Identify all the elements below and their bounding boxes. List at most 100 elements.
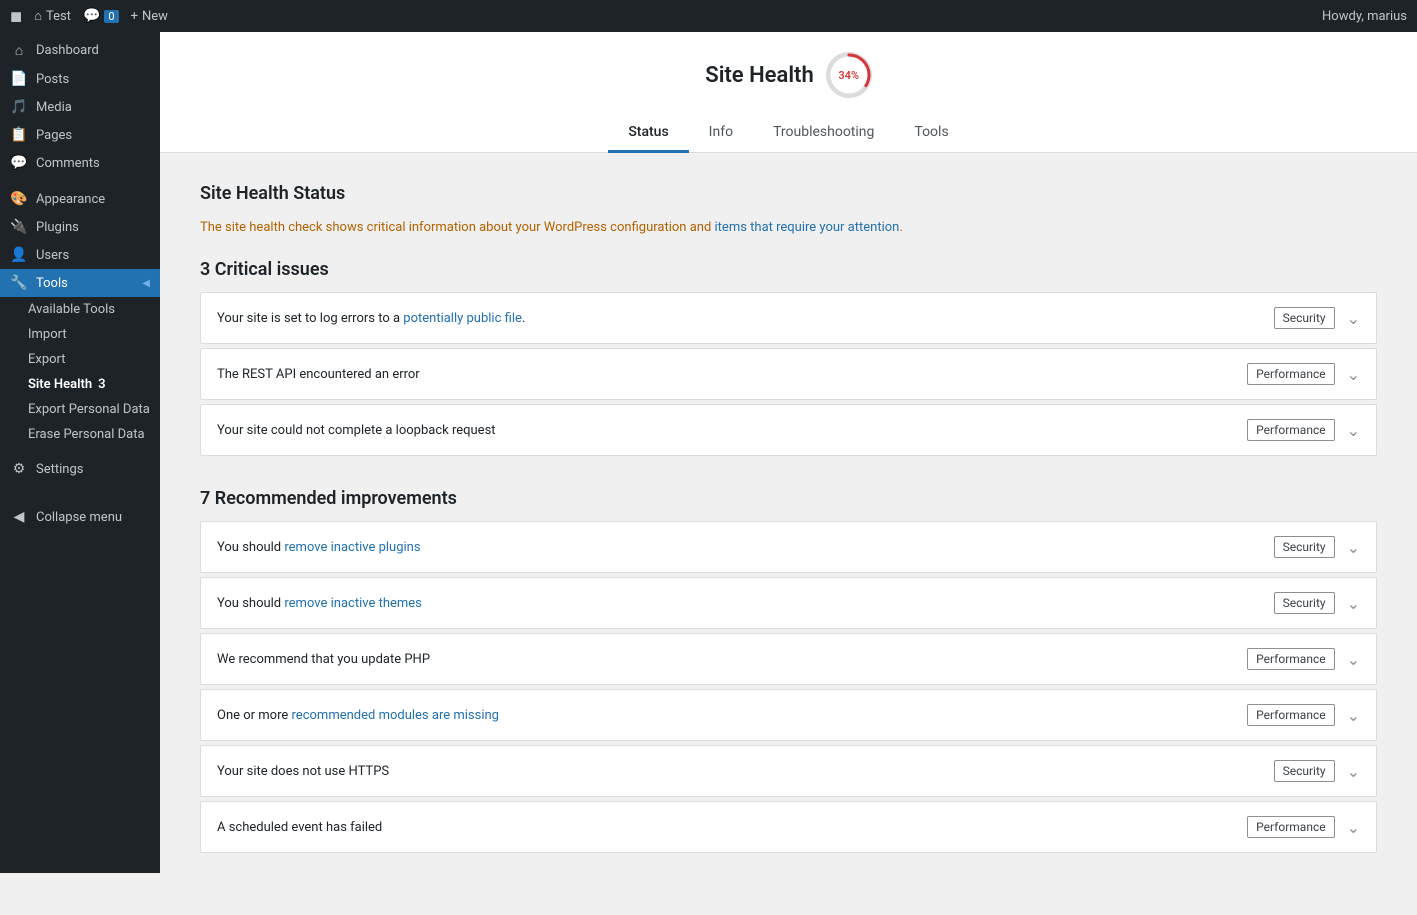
issue-loopback-chevron[interactable]: ⌄: [1347, 421, 1360, 440]
users-icon: 👤: [10, 247, 28, 263]
issue-loopback: Your site could not complete a loopback …: [200, 404, 1377, 456]
sidebar-item-tools[interactable]: 🔧 Tools ◀: [0, 269, 160, 297]
tab-tools[interactable]: Tools: [894, 114, 968, 153]
media-icon: 🎵: [10, 99, 28, 115]
issue-inactive-plugins-badge: Security: [1274, 536, 1335, 558]
sidebar-submenu-erase-personal[interactable]: Erase Personal Data: [0, 422, 160, 447]
sidebar-label-appearance: Appearance: [36, 192, 105, 207]
issue-no-https: Your site does not use HTTPS Security ⌄: [200, 745, 1377, 797]
topbar-howdy: Howdy, marius: [1322, 9, 1407, 24]
sidebar-submenu-export-personal[interactable]: Export Personal Data: [0, 397, 160, 422]
critical-issues-section: 3 Critical issues Your site is set to lo…: [200, 259, 1377, 456]
tab-status[interactable]: Status: [608, 114, 688, 153]
sidebar-label-plugins: Plugins: [36, 220, 79, 235]
issue-inactive-plugins-text: You should remove inactive plugins: [217, 540, 1262, 555]
tools-icon: 🔧: [10, 275, 28, 291]
issue-no-https-chevron[interactable]: ⌄: [1347, 762, 1360, 781]
sidebar-item-pages[interactable]: 📋 Pages: [0, 121, 160, 149]
top-bar: ■ ⌂ Test 💬 0 + New Howdy, marius: [0, 0, 1417, 32]
sidebar-item-media[interactable]: 🎵 Media: [0, 93, 160, 121]
section-title: Site Health Status: [200, 183, 1377, 204]
issue-update-php-badge: Performance: [1247, 648, 1334, 670]
issue-inactive-themes-link[interactable]: remove inactive themes: [284, 596, 422, 611]
issue-missing-modules-text: One or more recommended modules are miss…: [217, 708, 1235, 723]
site-name: Test: [46, 9, 71, 24]
sidebar-collapse-menu[interactable]: ◀ Collapse menu: [0, 503, 160, 531]
issue-log-errors-link[interactable]: potentially public file: [403, 311, 522, 326]
sidebar-item-dashboard[interactable]: ⌂ Dashboard: [0, 36, 160, 65]
issue-missing-modules-link[interactable]: recommended modules are missing: [292, 708, 499, 723]
sidebar-label-tools: Tools: [36, 276, 68, 291]
tab-troubleshooting[interactable]: Troubleshooting: [753, 114, 894, 153]
issue-rest-api: The REST API encountered an error Perfor…: [200, 348, 1377, 400]
topbar-comments[interactable]: 💬 0: [83, 8, 119, 24]
comments-icon: 💬: [10, 155, 28, 171]
issue-inactive-plugins-link[interactable]: remove inactive plugins: [284, 540, 420, 555]
issue-scheduled-event-badge: Performance: [1247, 816, 1334, 838]
sidebar-submenu-export[interactable]: Export: [0, 347, 160, 372]
issue-no-https-text: Your site does not use HTTPS: [217, 764, 1262, 779]
posts-icon: 📄: [10, 71, 28, 87]
tab-info[interactable]: Info: [689, 114, 753, 153]
comment-count: 0: [104, 10, 118, 23]
sidebar-item-settings[interactable]: ⚙ Settings: [0, 455, 160, 483]
description-link[interactable]: items that require your attention: [715, 220, 900, 235]
health-score-circle: 34%: [826, 52, 872, 98]
issue-missing-modules-chevron[interactable]: ⌄: [1347, 706, 1360, 725]
recommended-issues-list: You should remove inactive plugins Secur…: [200, 521, 1377, 853]
issue-inactive-themes: You should remove inactive themes Securi…: [200, 577, 1377, 629]
topbar-new[interactable]: + New: [131, 9, 168, 24]
issue-loopback-text: Your site could not complete a loopback …: [217, 423, 1235, 438]
issue-update-php-chevron[interactable]: ⌄: [1347, 650, 1360, 669]
appearance-icon: 🎨: [10, 191, 28, 207]
recommended-count: 7 Recommended improvements: [200, 488, 1377, 509]
issue-inactive-plugins: You should remove inactive plugins Secur…: [200, 521, 1377, 573]
main-content: Site Health 34% Status Info Troubleshoot…: [160, 32, 1417, 915]
issue-rest-api-chevron[interactable]: ⌄: [1347, 365, 1360, 384]
issue-log-errors-text: Your site is set to log errors to a pote…: [217, 311, 1262, 326]
page-header: Site Health 34% Status Info Troubleshoot…: [160, 32, 1417, 153]
sidebar-submenu-import[interactable]: Import: [0, 322, 160, 347]
sidebar-label-comments: Comments: [36, 156, 100, 171]
issue-inactive-plugins-chevron[interactable]: ⌄: [1347, 538, 1360, 557]
issue-scheduled-event-text: A scheduled event has failed: [217, 820, 1235, 835]
tabs: Status Info Troubleshooting Tools: [180, 114, 1397, 152]
sidebar: ⌂ Dashboard 📄 Posts 🎵 Media 📋 Pages 💬 Co…: [0, 32, 160, 873]
sidebar-submenu-site-health[interactable]: Site Health 3: [0, 372, 160, 397]
dashboard-icon: ⌂: [10, 42, 28, 59]
issue-scheduled-event-chevron[interactable]: ⌄: [1347, 818, 1360, 837]
sidebar-item-comments[interactable]: 💬 Comments: [0, 149, 160, 177]
collapse-icon: ◀: [10, 509, 28, 525]
issue-rest-api-text: The REST API encountered an error: [217, 367, 1235, 382]
sidebar-item-appearance[interactable]: 🎨 Appearance: [0, 185, 160, 213]
recommended-issues-section: 7 Recommended improvements You should re…: [200, 488, 1377, 853]
collapse-label: Collapse menu: [36, 510, 122, 525]
issue-log-errors: Your site is set to log errors to a pote…: [200, 292, 1377, 344]
sidebar-label-dashboard: Dashboard: [36, 43, 99, 58]
home-icon: ⌂: [34, 8, 42, 24]
sidebar-item-users[interactable]: 👤 Users: [0, 241, 160, 269]
sidebar-label-settings: Settings: [36, 462, 83, 477]
sidebar-submenu-available-tools[interactable]: Available Tools: [0, 297, 160, 322]
tools-arrow-icon: ◀: [142, 278, 150, 289]
issue-inactive-themes-chevron[interactable]: ⌄: [1347, 594, 1360, 613]
issue-log-errors-chevron[interactable]: ⌄: [1347, 309, 1360, 328]
issue-scheduled-event: A scheduled event has failed Performance…: [200, 801, 1377, 853]
sidebar-main-nav: ⌂ Dashboard 📄 Posts 🎵 Media 📋 Pages 💬 Co…: [0, 32, 160, 487]
description-text: The site health check shows critical inf…: [200, 220, 1377, 235]
sidebar-label-users: Users: [36, 248, 69, 263]
site-health-badge: 3: [98, 377, 105, 392]
issue-inactive-themes-text: You should remove inactive themes: [217, 596, 1262, 611]
sidebar-item-posts[interactable]: 📄 Posts: [0, 65, 160, 93]
topbar-site[interactable]: ⌂ Test: [34, 8, 71, 24]
issue-update-php-text: We recommend that you update PHP: [217, 652, 1235, 667]
sidebar-item-plugins[interactable]: 🔌 Plugins: [0, 213, 160, 241]
content-area: Site Health Status The site health check…: [160, 153, 1417, 915]
page-title: Site Health: [705, 63, 813, 88]
tools-submenu: Available Tools Import Export Site Healt…: [0, 297, 160, 447]
issue-update-php: We recommend that you update PHP Perform…: [200, 633, 1377, 685]
wp-logo[interactable]: ■: [10, 4, 22, 29]
sidebar-label-media: Media: [36, 100, 72, 115]
pages-icon: 📋: [10, 127, 28, 143]
issue-rest-api-badge: Performance: [1247, 363, 1334, 385]
